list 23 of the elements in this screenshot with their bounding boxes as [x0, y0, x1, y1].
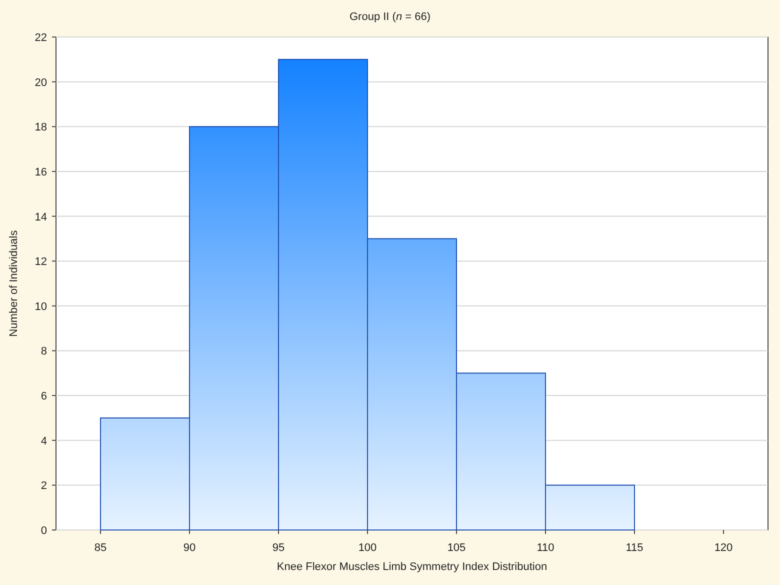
- x-tick-label: 90: [183, 542, 196, 554]
- y-tick-label: 12: [34, 256, 47, 268]
- y-tick-label: 4: [40, 435, 47, 448]
- y-tick-label: 2: [40, 480, 47, 492]
- y-tick-label: 20: [34, 76, 47, 89]
- x-axis-label: Knee Flexor Muscles Limb Symmetry Index Distribution: [276, 561, 548, 573]
- y-tick-label: 6: [40, 390, 47, 403]
- y-tick-label: 8: [40, 346, 47, 358]
- x-tick-label: 115: [626, 542, 644, 554]
- y-tick-label: 14: [34, 211, 47, 224]
- chart-title: Group II (n = 66): [349, 11, 431, 23]
- y-axis-label: Number of Individuals: [8, 230, 20, 337]
- x-tick-label: 120: [714, 542, 733, 554]
- y-tick-label: 22: [34, 32, 47, 44]
- y-tick-label: 16: [34, 166, 47, 178]
- y-tick-label: 10: [34, 300, 47, 313]
- y-tick-label: 18: [34, 122, 47, 134]
- x-tick-label: 95: [272, 542, 285, 554]
- y-tick-label: 0: [40, 525, 47, 537]
- x-tick-label: 105: [447, 542, 466, 554]
- x-tick-label: 85: [94, 542, 107, 554]
- x-tick-label: 110: [536, 542, 554, 554]
- x-tick-label: 100: [358, 542, 377, 554]
